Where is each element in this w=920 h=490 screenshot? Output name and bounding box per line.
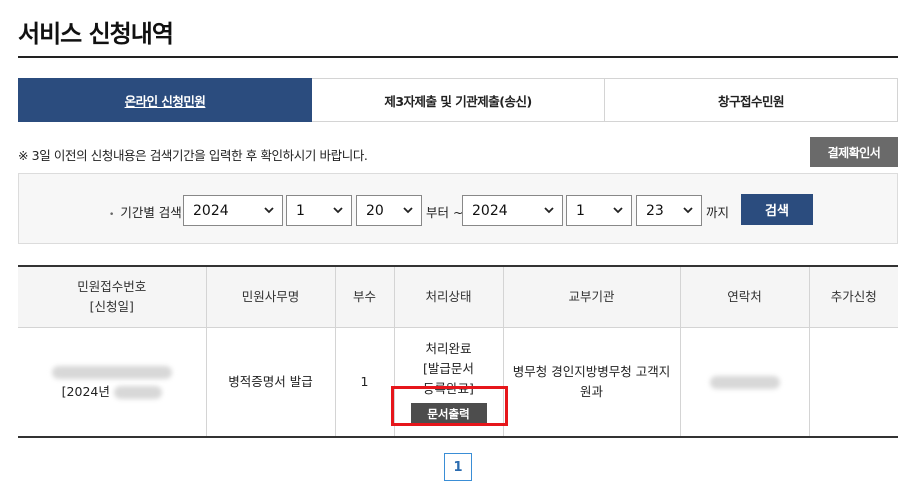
column-header-copies: 부수 [335,265,395,328]
print-document-button[interactable]: 문서출력 [410,403,487,425]
chevron-down-icon [544,207,554,214]
column-header-status: 처리상태 [394,265,504,328]
from-year-value: 2024 [193,202,229,219]
from-suffix: 부터 ~ [426,205,464,220]
tab-online-applications[interactable]: 온라인 신청민원 [18,78,312,122]
chevron-down-icon [683,207,693,214]
from-month-value: 1 [296,202,305,219]
contact-cell [680,327,810,438]
column-header-service-name: 민원사무명 [206,265,336,328]
payment-confirmation-button[interactable]: 결제확인서 [810,137,898,167]
to-day-select[interactable]: 23 [636,195,702,226]
search-button[interactable]: 검색 [741,194,813,225]
to-year-select[interactable]: 2024 [462,195,563,226]
service-name-cell: 병적증명서 발급 [206,327,336,438]
tab-third-party-submission[interactable]: 제3자제출 및 기관제출(송신) [312,78,605,122]
period-search-text: 기간별 검색 [120,205,182,220]
redacted-contact [709,376,780,389]
chevron-down-icon [403,207,413,214]
tab-counter-applications[interactable]: 창구접수민원 [605,78,898,122]
notice-text: ※ 3일 이전의 신청내용은 검색기간을 입력한 후 확인하시기 바랍니다. [18,148,368,163]
to-suffix: 까지 [706,205,730,220]
page-title: 서비스 신청내역 [18,20,174,48]
chevron-down-icon [264,207,274,214]
status-line-3: 등록완료] [423,381,474,396]
table-row: [2024년 병적증명서 발급 1 처리완료 [발급문서 등록완료] 문서출력 … [18,327,898,438]
status-line-1: 처리완료 [425,341,472,356]
to-day-value: 23 [646,202,664,219]
from-month-select[interactable]: 1 [286,195,352,226]
extra-request-cell [809,327,898,438]
title-divider [18,56,898,58]
agency-cell: 병무청 경인지방병무청 고객지원과 [503,327,681,438]
from-day-select[interactable]: 20 [356,195,422,226]
from-year-select[interactable]: 2024 [183,195,283,226]
column-header-agency: 교부기관 [503,265,681,328]
table-header-row: 민원접수번호 [신청일] 민원사무명 부수 처리상태 교부기관 연락처 추가신청 [18,265,898,328]
receipt-header-line-2: [신청일] [89,299,134,314]
to-month-select[interactable]: 1 [566,195,632,226]
chevron-down-icon [333,207,343,214]
column-header-receipt: 민원접수번호 [신청일] [18,265,207,328]
from-day-value: 20 [366,202,384,219]
column-header-contact: 연락처 [680,265,810,328]
receipt-cell: [2024년 [18,327,207,438]
column-header-extra-request: 추가신청 [809,265,898,328]
period-search-label: • 기간별 검색 [109,202,182,221]
receipt-header-line-1: 민원접수번호 [77,279,147,294]
pagination-page-1[interactable]: 1 [444,453,472,481]
search-panel: • 기간별 검색 2024 1 20 부터 ~ 2024 1 23 까지 검색 [18,173,898,244]
to-month-value: 1 [576,202,585,219]
redacted-receipt-number [51,366,172,379]
status-line-2: [발급문서 [423,361,474,376]
tab-bar: 온라인 신청민원 제3자제출 및 기관제출(송신) 창구접수민원 [18,78,898,122]
application-history-table: 민원접수번호 [신청일] 민원사무명 부수 처리상태 교부기관 연락처 추가신청… [18,265,898,438]
copies-cell: 1 [335,327,395,438]
to-year-value: 2024 [472,202,508,219]
status-cell: 처리완료 [발급문서 등록완료] 문서출력 [394,327,504,438]
redacted-receipt-date [113,386,162,399]
receipt-date-prefix: [2024년 [61,384,110,399]
chevron-down-icon [613,207,623,214]
bullet-icon: • [109,210,115,220]
